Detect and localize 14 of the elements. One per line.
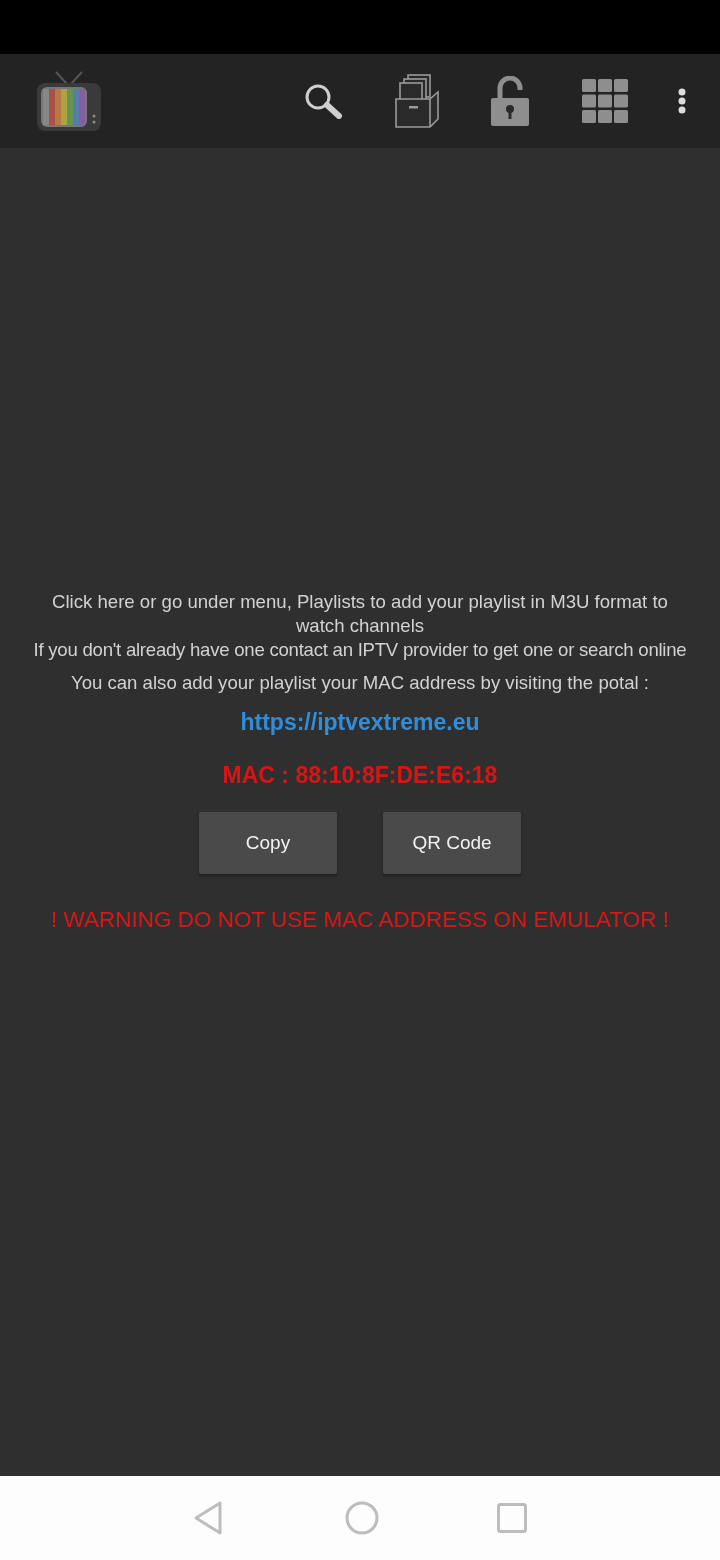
- instructions-text[interactable]: Click here or go under menu, Playlists to add your playlist in M3U format to watch channels: [35, 590, 685, 638]
- copy-button[interactable]: Copy: [199, 812, 337, 874]
- file-box-icon[interactable]: [394, 74, 440, 128]
- portal-prompt-text: You can also add your playlist your MAC address by visiting the potal :: [70, 671, 650, 695]
- help-text: If you don't already have one contact an IPTV provider to get one or search online: [33, 638, 687, 662]
- grid-icon[interactable]: [582, 79, 628, 123]
- mac-address-text: MAC : 88:10:8F:DE:E6:18: [222, 761, 498, 790]
- qr-code-button[interactable]: QR Code: [383, 812, 521, 874]
- portal-link[interactable]: https://iptvextreme.eu: [240, 707, 480, 737]
- padlock-icon[interactable]: [490, 76, 530, 126]
- search-icon[interactable]: [304, 83, 342, 119]
- menu-icon[interactable]: [678, 88, 686, 114]
- warning-text: ! WARNING DO NOT USE MAC ADDRESS ON EMULATOR !: [51, 906, 669, 934]
- tv-icon: [36, 70, 102, 132]
